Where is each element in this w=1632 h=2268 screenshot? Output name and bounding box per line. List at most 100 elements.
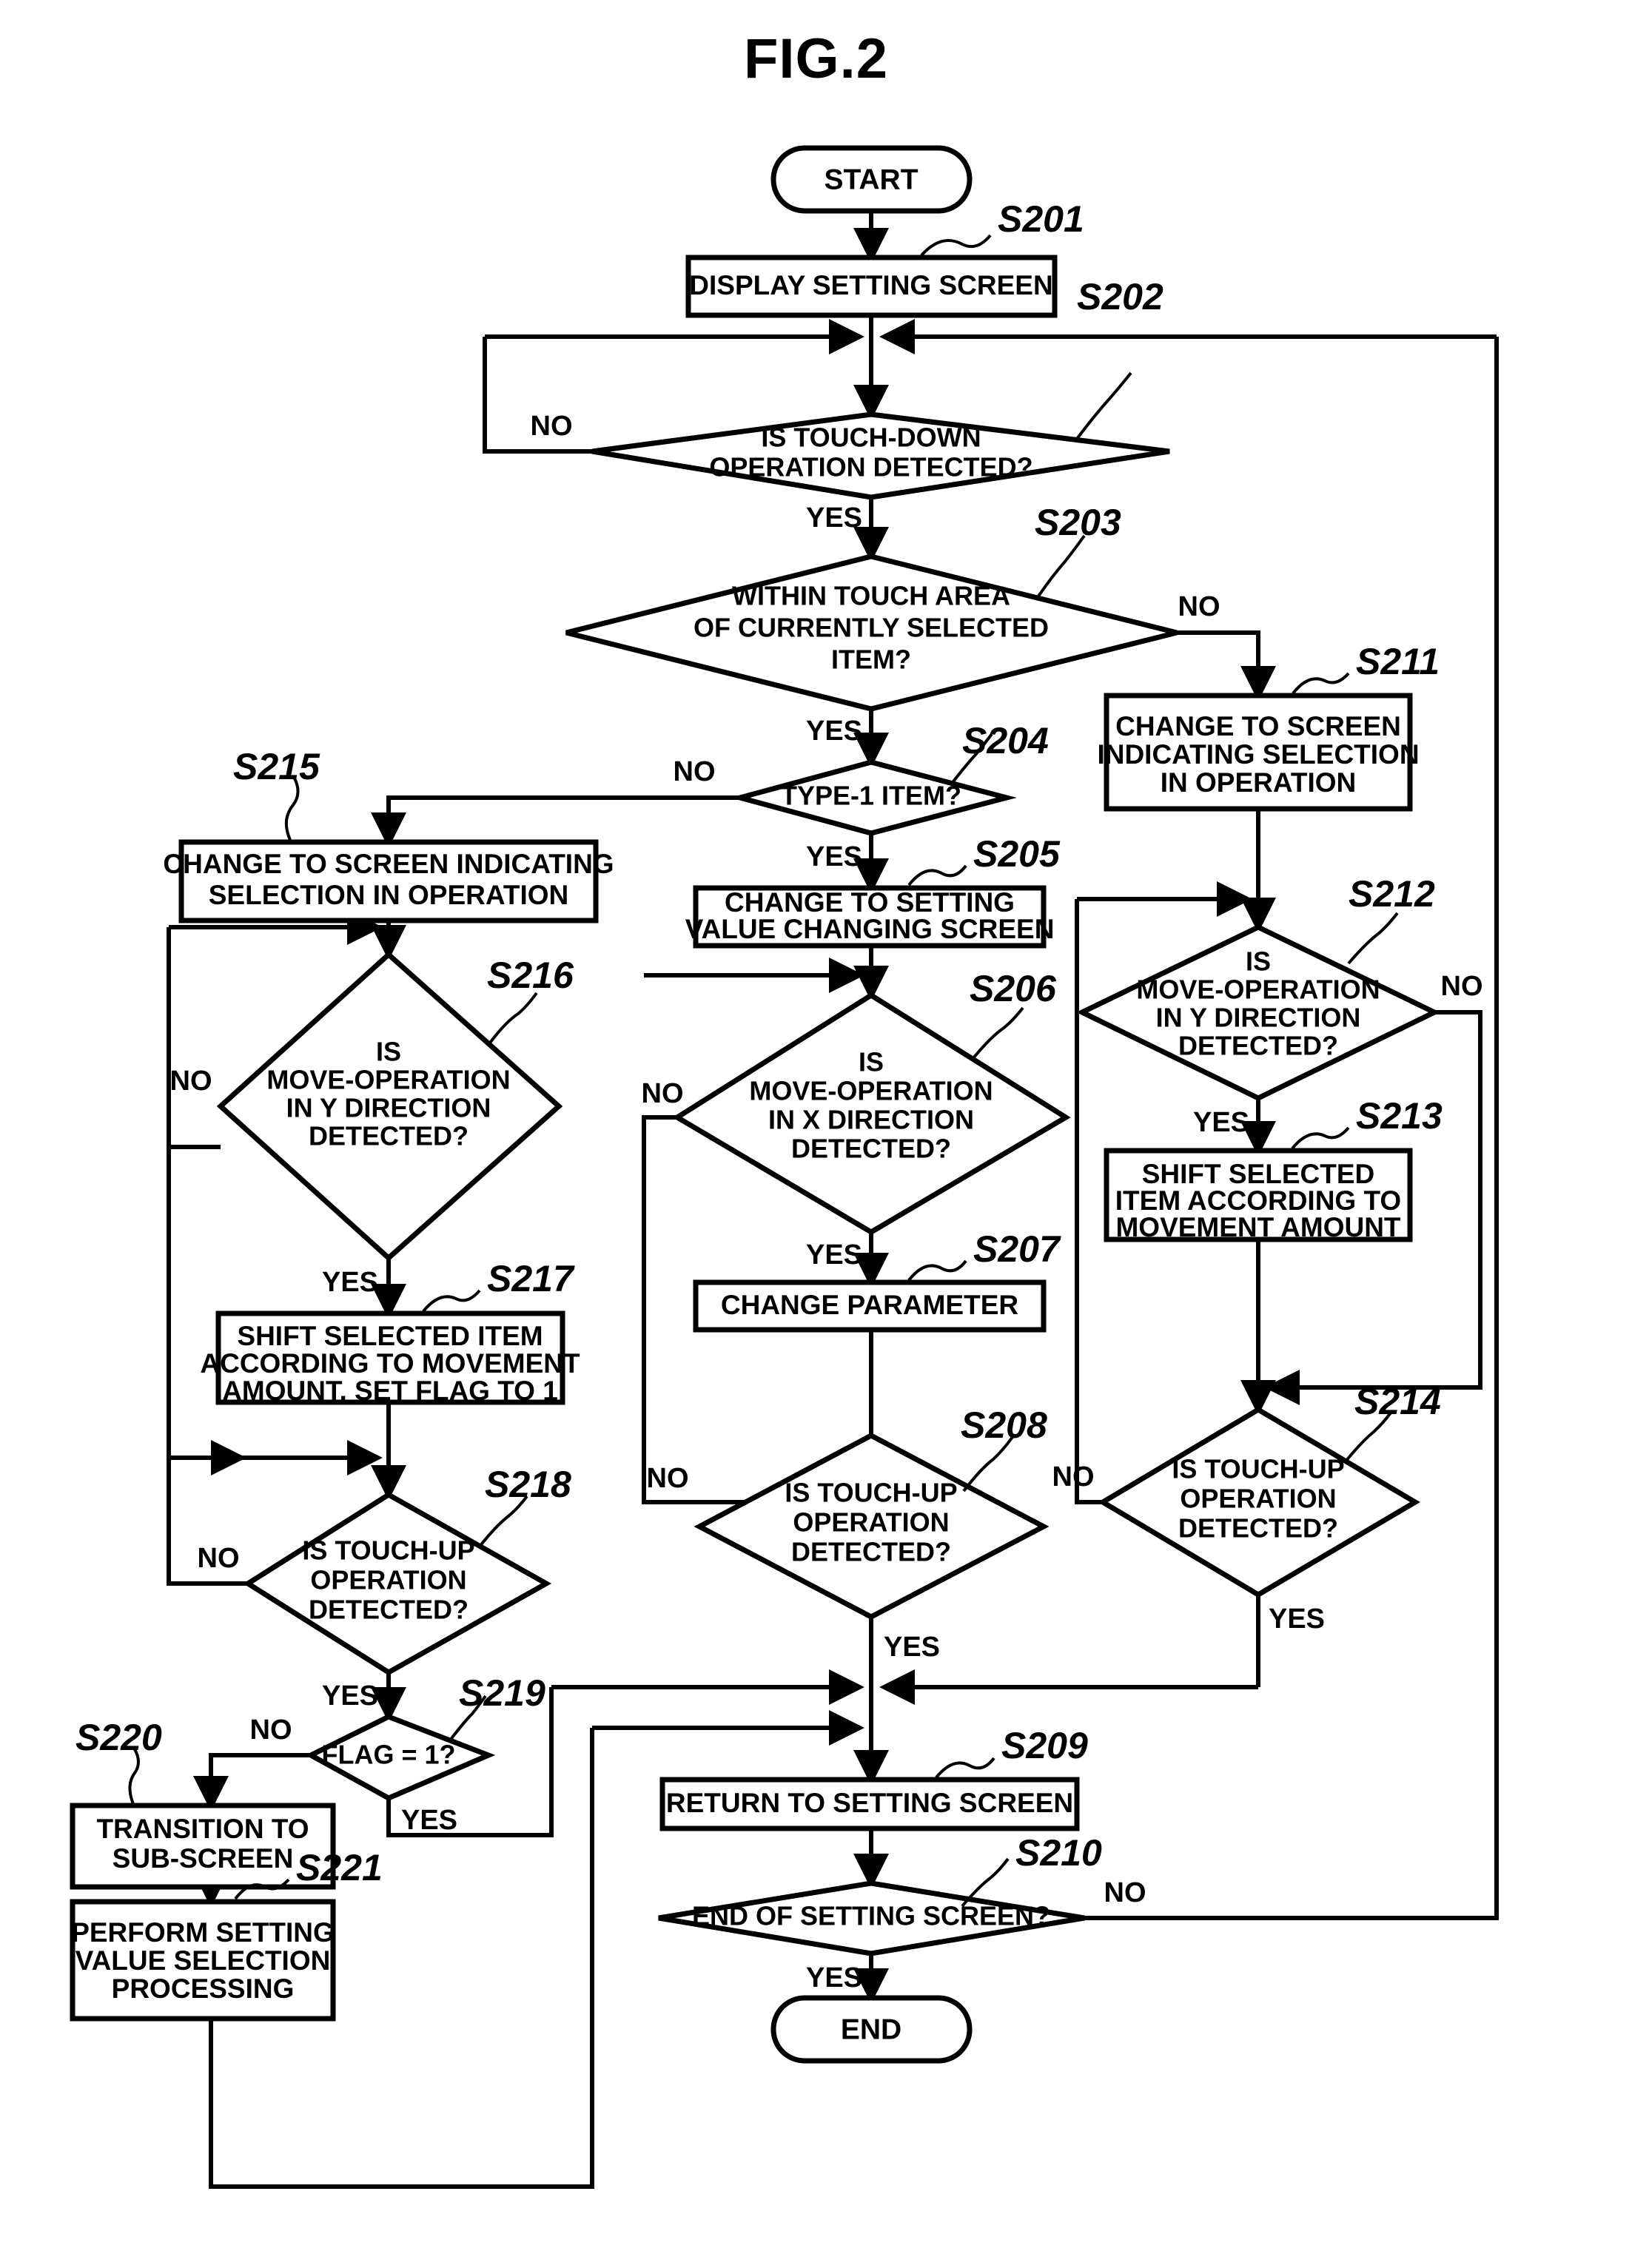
step-S217-id: S217 bbox=[487, 1258, 575, 1299]
step-S219-id: S219 bbox=[459, 1672, 545, 1714]
step-S202-line-0: IS TOUCH-DOWN bbox=[761, 423, 981, 453]
step-S208-line-0: IS TOUCH-UP bbox=[785, 1478, 957, 1508]
step-S203-id: S203 bbox=[1035, 502, 1121, 543]
branch-S216-no: NO bbox=[170, 1066, 212, 1097]
step-S204-id: S204 bbox=[962, 720, 1049, 761]
step-S209: RETURN TO SETTING SCREEN S209 bbox=[659, 1725, 1088, 1831]
step-S210-line-0: END OF SETTING SCREEN? bbox=[692, 1901, 1050, 1931]
step-S206-line-0: IS bbox=[859, 1047, 884, 1077]
step-S213: SHIFT SELECTED ITEM ACCORDING TO MOVEMEN… bbox=[1104, 1095, 1443, 1242]
terminal-start: START bbox=[770, 145, 973, 214]
step-S202-id: S202 bbox=[1077, 276, 1163, 317]
branch-S206-no: NO bbox=[642, 1078, 684, 1109]
step-S214-id: S214 bbox=[1354, 1381, 1441, 1422]
branch-S208-yes: YES bbox=[884, 1632, 940, 1663]
step-S207-line-0: CHANGE PARAMETER bbox=[721, 1290, 1018, 1320]
branch-S202-no: NO bbox=[531, 411, 573, 442]
step-S221-line-0: PERFORM SETTING bbox=[71, 1917, 335, 1948]
step-S211-line-2: IN OPERATION bbox=[1161, 767, 1357, 798]
step-S216-line-1: MOVE-OPERATION bbox=[266, 1065, 510, 1095]
step-S205-id: S205 bbox=[973, 833, 1061, 875]
branch-S204-yes: YES bbox=[806, 841, 862, 872]
branch-S212-no: NO bbox=[1441, 971, 1483, 1002]
step-S208-line-2: DETECTED? bbox=[791, 1537, 951, 1567]
branch-S218-no: NO bbox=[198, 1543, 240, 1574]
branch-S214-yes: YES bbox=[1269, 1604, 1325, 1635]
terminal-end: END bbox=[770, 1995, 973, 2064]
step-S217-line-0: SHIFT SELECTED ITEM bbox=[237, 1321, 543, 1351]
step-S205-line-1: VALUE CHANGING SCREEN bbox=[685, 914, 1055, 944]
step-S216-line-2: IN Y DIRECTION bbox=[286, 1093, 491, 1123]
step-S202-line-1: OPERATION DETECTED? bbox=[709, 452, 1032, 482]
step-S220-line-0: TRANSITION TO bbox=[96, 1814, 309, 1844]
step-S208: IS TOUCH-UP OPERATION DETECTED? S208 bbox=[694, 1404, 1050, 1620]
step-S209-id: S209 bbox=[1001, 1725, 1088, 1766]
branch-S219-yes: YES bbox=[401, 1805, 457, 1836]
step-S214-line-0: IS TOUCH-UP bbox=[1172, 1454, 1344, 1484]
branch-S202-yes: YES bbox=[806, 502, 862, 534]
branch-S212-yes: YES bbox=[1193, 1107, 1249, 1138]
branch-S208-no: NO bbox=[647, 1463, 689, 1494]
step-S220-id: S220 bbox=[75, 1717, 162, 1758]
step-S206: IS MOVE-OPERATION IN X DIRECTION DETECTE… bbox=[672, 968, 1071, 1236]
step-S216-id: S216 bbox=[487, 955, 574, 996]
step-S218-id: S218 bbox=[485, 1464, 571, 1505]
step-S201-line-0: DISPLAY SETTING SCREEN bbox=[689, 270, 1052, 300]
step-S206-line-1: MOVE-OPERATION bbox=[749, 1076, 993, 1106]
step-S209-line-0: RETURN TO SETTING SCREEN bbox=[666, 1788, 1073, 1818]
branch-S206-yes: YES bbox=[806, 1239, 862, 1271]
terminal-start-label: START bbox=[824, 164, 918, 195]
step-S213-line-1: ITEM ACCORDING TO bbox=[1115, 1185, 1401, 1216]
step-S220-line-1: SUB-SCREEN bbox=[113, 1843, 294, 1874]
step-S203-line-2: ITEM? bbox=[831, 645, 911, 675]
step-S213-line-0: SHIFT SELECTED bbox=[1142, 1159, 1375, 1189]
step-S211-id: S211 bbox=[1356, 641, 1440, 682]
step-S212-line-0: IS bbox=[1246, 946, 1271, 977]
step-S217-line-2: AMOUNT, SET FLAG TO 1 bbox=[222, 1376, 558, 1406]
step-S206-line-3: DETECTED? bbox=[791, 1134, 951, 1164]
terminal-end-label: END bbox=[841, 2013, 901, 2045]
step-S208-id: S208 bbox=[961, 1404, 1047, 1446]
step-S205-line-0: CHANGE TO SETTING bbox=[725, 887, 1015, 918]
branch-S210-yes: YES bbox=[806, 1962, 862, 1993]
step-S201: DISPLAY SETTING SCREEN S201 bbox=[685, 198, 1084, 318]
step-S204: TYPE-1 ITEM? S204 bbox=[730, 720, 1049, 836]
step-S219-line-0: FLAG = 1? bbox=[321, 1740, 455, 1770]
step-S215-id: S215 bbox=[233, 746, 320, 787]
step-S204-line-0: TYPE-1 ITEM? bbox=[781, 781, 961, 811]
step-S213-line-2: MOVEMENT AMOUNT bbox=[1115, 1212, 1400, 1242]
step-S211-line-1: INDICATING SELECTION bbox=[1097, 739, 1419, 770]
flowchart-canvas: START DISPLAY SETTING SCREEN S201 IS TOU… bbox=[70, 145, 1499, 2189]
step-S212-line-1: MOVE-OPERATION bbox=[1136, 975, 1380, 1005]
step-S216-line-0: IS bbox=[376, 1037, 401, 1067]
step-S211: CHANGE TO SCREEN INDICATING SELECTION IN… bbox=[1097, 641, 1440, 812]
step-S214-line-2: DETECTED? bbox=[1178, 1513, 1338, 1544]
step-S208-line-1: OPERATION bbox=[793, 1507, 949, 1538]
step-S216-line-3: DETECTED? bbox=[309, 1121, 469, 1151]
figure-page: FIG.2 START DISPLAY SETTING SCREEN S201 … bbox=[0, 0, 1632, 2268]
step-S207-id: S207 bbox=[973, 1228, 1061, 1270]
step-S210-id: S210 bbox=[1015, 1832, 1102, 1874]
step-S210: END OF SETTING SCREEN? S210 bbox=[658, 1832, 1102, 1956]
step-S201-id: S201 bbox=[998, 198, 1084, 240]
step-S212-id: S212 bbox=[1349, 873, 1435, 915]
step-S212-line-2: IN Y DIRECTION bbox=[1156, 1003, 1361, 1033]
step-S216: IS MOVE-OPERATION IN Y DIRECTION DETECTE… bbox=[216, 951, 574, 1262]
branch-S218-yes: YES bbox=[322, 1680, 378, 1712]
step-S215-line-1: SELECTION IN OPERATION bbox=[209, 880, 569, 910]
step-S218-line-0: IS TOUCH-UP bbox=[302, 1535, 474, 1566]
branch-S214-no: NO bbox=[1052, 1461, 1095, 1493]
branch-S219-no: NO bbox=[250, 1715, 292, 1746]
step-S220: TRANSITION TO SUB-SCREEN S220 bbox=[70, 1717, 336, 1890]
step-S203-line-0: WITHIN TOUCH AREA bbox=[732, 581, 1010, 611]
branch-S203-yes: YES bbox=[806, 716, 862, 747]
branch-S210-no: NO bbox=[1104, 1877, 1146, 1908]
step-S221-line-1: VALUE SELECTION bbox=[75, 1945, 331, 1976]
step-S217-line-1: ACCORDING TO MOVEMENT bbox=[200, 1348, 580, 1379]
step-S214: IS TOUCH-UP OPERATION DETECTED? S214 bbox=[1098, 1381, 1441, 1598]
branch-S203-no: NO bbox=[1178, 591, 1220, 622]
step-S221-id: S221 bbox=[296, 1847, 383, 1888]
step-S206-line-2: IN X DIRECTION bbox=[768, 1105, 974, 1135]
step-S218-line-2: DETECTED? bbox=[309, 1595, 469, 1625]
step-S218-line-1: OPERATION bbox=[310, 1565, 466, 1595]
